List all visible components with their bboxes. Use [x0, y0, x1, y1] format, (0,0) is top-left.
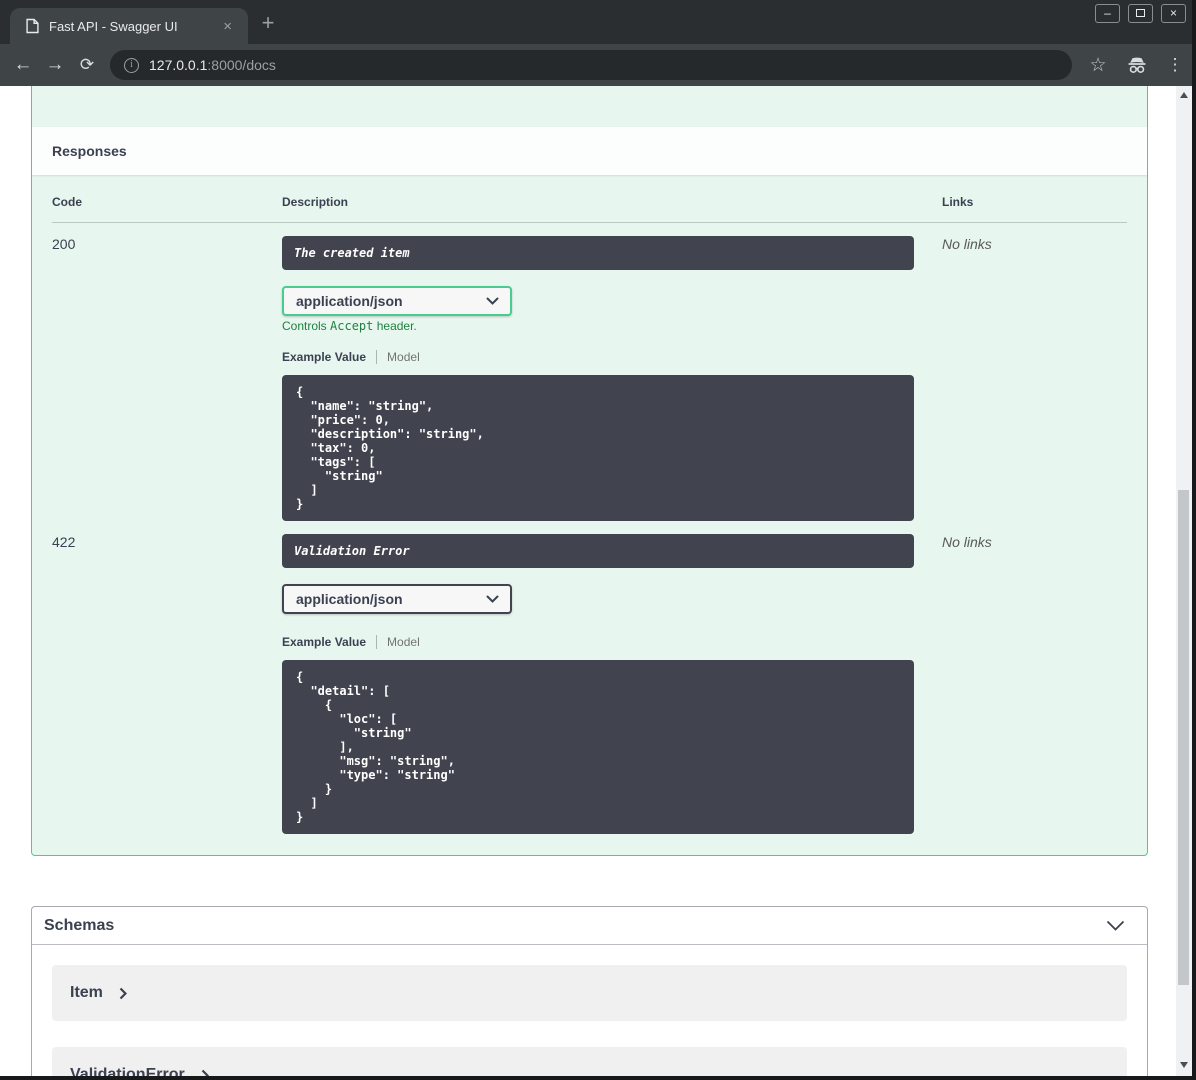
response-description: Validation Error — [282, 534, 914, 568]
media-type-value: application/json — [296, 591, 403, 607]
bookmark-star-icon[interactable]: ☆ — [1083, 44, 1113, 86]
chevron-down-icon — [486, 595, 499, 603]
tab-title: Fast API - Swagger UI — [49, 18, 178, 34]
forward-button[interactable]: → — [40, 44, 70, 86]
maximize-button[interactable] — [1128, 4, 1153, 23]
chevron-down-icon — [486, 297, 499, 305]
tab-divider — [376, 635, 378, 649]
response-row-422: 422 Validation Error application/json Ex… — [52, 521, 1127, 834]
response-links: No links — [942, 534, 992, 550]
scroll-down-icon[interactable] — [1180, 1062, 1188, 1068]
tab-model[interactable]: Model — [387, 635, 420, 649]
model-item[interactable]: ValidationError — [52, 1047, 1127, 1076]
schemas-section: Schemas Item ValidationError — [31, 906, 1148, 1076]
tab-close-icon[interactable]: × — [217, 18, 238, 35]
media-type-value: application/json — [296, 293, 403, 309]
column-header-description: Description — [282, 195, 349, 209]
example-json-422: { "detail": [ { "loc": [ "string" ], "ms… — [282, 660, 914, 834]
post-opblock: Responses Code Description Links 200 The… — [31, 86, 1148, 856]
response-code: 200 — [52, 236, 76, 252]
responses-table: Code Description Links 200 The created i… — [32, 175, 1147, 834]
schemas-title: Schemas — [44, 916, 115, 934]
tab-example-value[interactable]: Example Value — [282, 635, 366, 649]
media-type-select[interactable]: application/json — [282, 584, 512, 614]
schemas-header[interactable]: Schemas — [32, 907, 1147, 945]
example-json-200: { "name": "string", "price": 0, "descrip… — [282, 375, 914, 521]
url-host: 127.0.0.1 — [149, 57, 208, 73]
example-model-tabs: Example Value Model — [282, 635, 942, 649]
browser-toolbar: ← → ⟳ i 127.0.0.1 :8000/docs ☆ ⋮ — [0, 44, 1196, 86]
response-description: The created item — [282, 236, 914, 270]
tab-divider — [376, 350, 378, 364]
window-border-bottom — [0, 1076, 1196, 1080]
close-button[interactable]: × — [1161, 4, 1186, 23]
responses-section-header: Responses — [32, 127, 1147, 175]
column-header-code: Code — [52, 195, 82, 209]
example-model-tabs: Example Value Model — [282, 350, 942, 364]
chevron-down-icon — [1106, 920, 1125, 931]
response-row-200: 200 The created item application/json Co… — [52, 223, 1127, 521]
address-bar[interactable]: i 127.0.0.1 :8000/docs — [110, 50, 1072, 80]
browser-tab[interactable]: Fast API - Swagger UI × — [10, 8, 248, 44]
model-name: ValidationError — [70, 1066, 185, 1076]
url-path: :8000/docs — [207, 57, 276, 73]
chevron-right-icon — [119, 987, 127, 1000]
swagger-page: Responses Code Description Links 200 The… — [0, 86, 1192, 1076]
tab-example-value[interactable]: Example Value — [282, 350, 366, 364]
minimize-button[interactable]: – — [1095, 4, 1120, 23]
chevron-right-icon — [201, 1069, 209, 1076]
media-type-select[interactable]: application/json — [282, 286, 512, 316]
maximize-icon — [1136, 9, 1145, 17]
model-name: Item — [70, 984, 103, 1001]
back-button[interactable]: ← — [8, 44, 38, 86]
tab-model[interactable]: Model — [387, 350, 420, 364]
scroll-up-icon[interactable] — [1180, 92, 1188, 98]
response-links: No links — [942, 236, 992, 252]
window-controls: – × — [1095, 4, 1186, 23]
responses-table-header: Code Description Links — [52, 175, 1127, 223]
response-code: 422 — [52, 534, 76, 550]
column-header-links: Links — [942, 195, 974, 209]
new-tab-button[interactable]: + — [256, 10, 280, 36]
controls-accept-note: Controls Accept header. — [282, 319, 417, 333]
page-favicon-icon — [26, 18, 39, 34]
page-scrollbar[interactable] — [1176, 86, 1192, 1076]
responses-title: Responses — [52, 143, 127, 159]
scrollbar-thumb[interactable] — [1178, 490, 1189, 985]
reload-button[interactable]: ⟳ — [72, 44, 102, 86]
site-info-icon[interactable]: i — [124, 57, 139, 73]
window-border-right — [1192, 0, 1196, 1080]
model-item[interactable]: Item — [52, 965, 1127, 1021]
browser-menu-icon[interactable]: ⋮ — [1160, 44, 1190, 86]
models-list: Item ValidationError — [32, 945, 1147, 1076]
incognito-icon — [1122, 44, 1152, 86]
browser-titlebar: Fast API - Swagger UI × + – × — [0, 0, 1196, 44]
